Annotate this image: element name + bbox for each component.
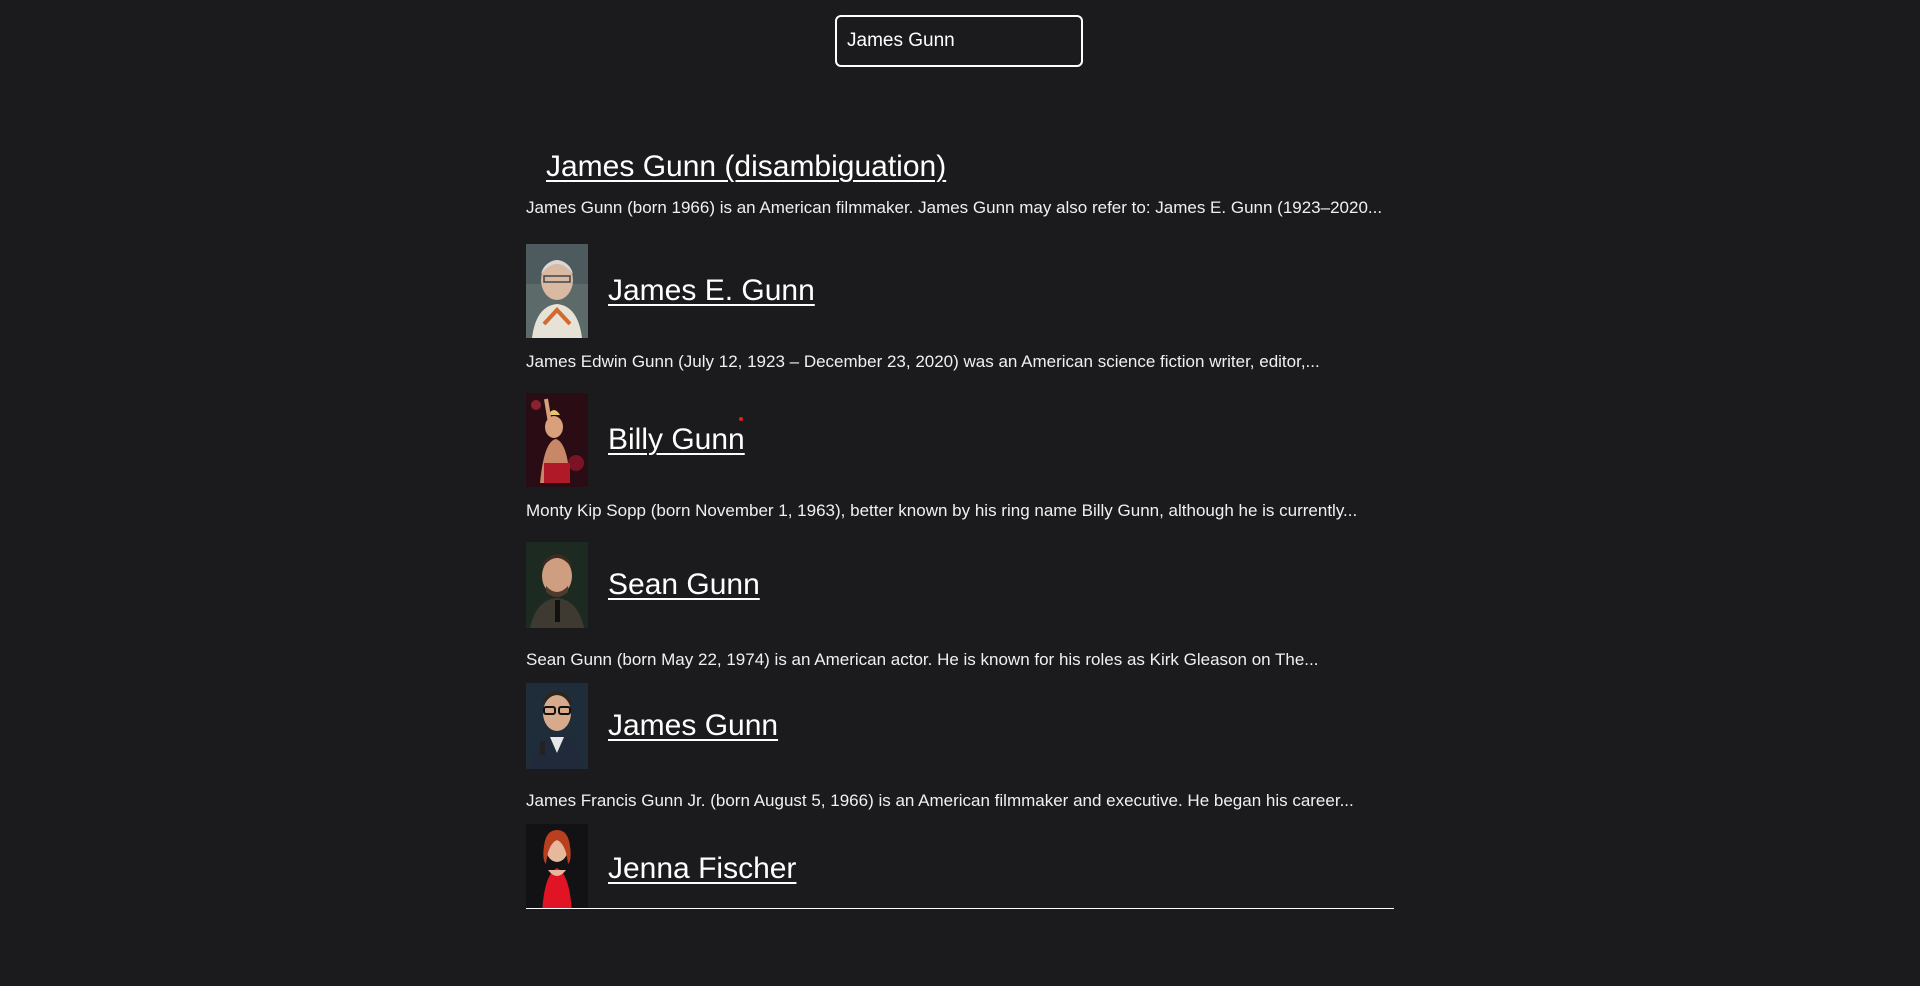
result-title-link[interactable]: James Gunn bbox=[608, 709, 778, 743]
portrait-photo-icon bbox=[526, 542, 588, 628]
result-header: Billy Gunn bbox=[526, 393, 1366, 487]
result-header: Sean Gunn bbox=[526, 542, 1366, 628]
result-title-link[interactable]: Jenna Fischer bbox=[608, 852, 796, 886]
result-snippet: James Gunn (born 1966) is an American fi… bbox=[526, 198, 1383, 217]
result-title-link[interactable]: James Gunn (disambiguation) bbox=[546, 150, 946, 184]
result-header: Jenna Fischer bbox=[526, 824, 1366, 908]
result-snippet: James Edwin Gunn (July 12, 1923 – Decemb… bbox=[526, 352, 1320, 371]
result-title-link[interactable]: Sean Gunn bbox=[608, 568, 760, 602]
result-snippet: Monty Kip Sopp (born November 1, 1963), … bbox=[526, 501, 1358, 520]
results-list[interactable]: James Gunn (disambiguation) James Gunn (… bbox=[526, 140, 1394, 909]
result-title-link[interactable]: Billy Gunn bbox=[608, 423, 745, 457]
result-title-link[interactable]: James E. Gunn bbox=[608, 274, 815, 308]
portrait-photo-icon bbox=[526, 393, 588, 487]
result-thumbnail[interactable] bbox=[526, 683, 588, 769]
portrait-photo-icon bbox=[526, 244, 588, 338]
portrait-photo-icon bbox=[526, 683, 588, 769]
result-header: James Gunn (disambiguation) bbox=[526, 150, 1366, 184]
search-input[interactable] bbox=[835, 15, 1083, 67]
list-item: James Gunn James Francis Gunn Jr. (born … bbox=[526, 683, 1366, 811]
result-snippet: Sean Gunn (born May 22, 1974) is an Amer… bbox=[526, 650, 1319, 669]
result-header: James E. Gunn bbox=[526, 244, 1366, 338]
search-box bbox=[835, 15, 1083, 67]
result-thumbnail[interactable] bbox=[526, 393, 588, 487]
list-item: James E. Gunn James Edwin Gunn (July 12,… bbox=[526, 244, 1366, 372]
portrait-photo-icon bbox=[526, 824, 588, 908]
list-item: Billy Gunn Monty Kip Sopp (born November… bbox=[526, 393, 1366, 521]
result-thumbnail[interactable] bbox=[526, 244, 588, 338]
list-item: Jenna Fischer bbox=[526, 824, 1366, 908]
list-item: James Gunn (disambiguation) James Gunn (… bbox=[526, 150, 1383, 218]
result-thumbnail[interactable] bbox=[526, 824, 588, 908]
list-item: Sean Gunn Sean Gunn (born May 22, 1974) … bbox=[526, 542, 1366, 670]
result-thumbnail[interactable] bbox=[526, 542, 588, 628]
cursor-dot bbox=[739, 417, 743, 421]
result-snippet: James Francis Gunn Jr. (born August 5, 1… bbox=[526, 791, 1354, 810]
result-header: James Gunn bbox=[526, 683, 1366, 769]
